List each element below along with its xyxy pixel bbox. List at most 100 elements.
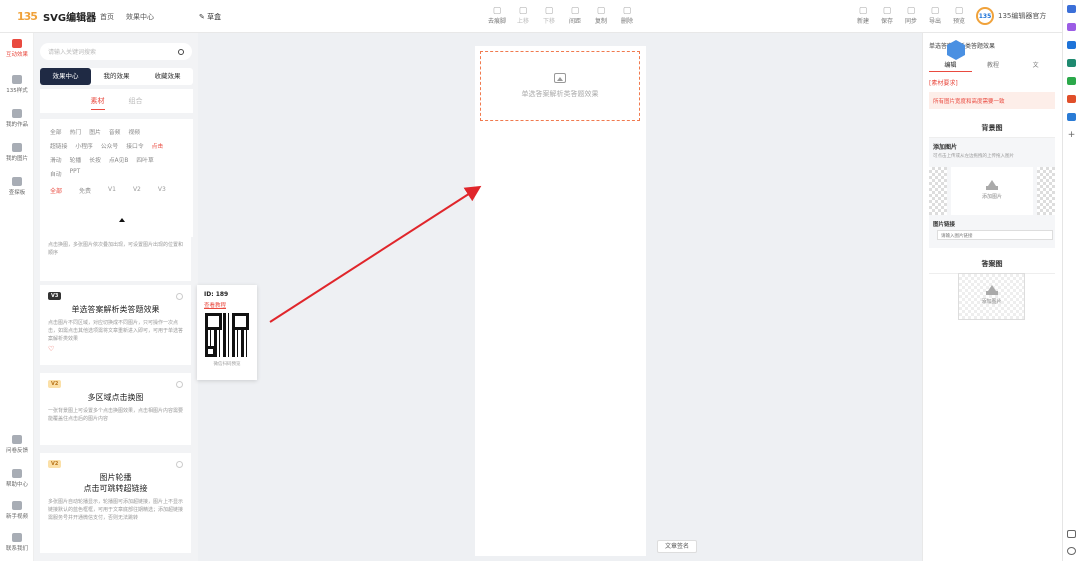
leftnav-bottom-3[interactable]: 联系我们 [0,533,34,552]
signature-button[interactable]: 文章签名 [657,540,697,553]
sidebar-icon[interactable] [1067,530,1076,538]
logo[interactable]: 135 SVG编辑器 [17,9,96,24]
card-description: 多张图片自动轮播显示，轮播图可添加超链接，图片上不显示链接默认的蓝色框框，可用于… [48,499,184,521]
nav-home[interactable]: 首页 [100,12,114,22]
draft-button[interactable]: ✎ 草盒 [199,12,221,22]
leftnav-item-2[interactable]: 我的作品 [0,109,34,128]
tab-favorite-effects[interactable]: 收藏效果 [142,68,193,85]
tag-item[interactable]: 四叶草 [136,155,153,164]
tool-grid[interactable]: ▢ 去痕脚 [488,6,506,25]
tag-item[interactable]: 点击 [152,141,164,150]
article-canvas[interactable]: 单选答案解析类答题效果 [475,46,646,556]
search-icon[interactable] [178,48,184,55]
tag-item[interactable]: 自动 [50,169,62,178]
sparkle-icon[interactable] [1067,23,1076,31]
tag-row: 滑动 轮播 长按 点A见B 四叶草 [50,155,183,164]
people-icon[interactable] [1067,77,1076,85]
tool-up[interactable]: ▢ 上移 [514,6,532,25]
leftnav-bottom-1[interactable]: 帮助中心 [0,469,34,488]
tag-item[interactable]: 轮播 [70,155,82,164]
version-tag[interactable]: V3 [158,186,166,195]
bg-uploader[interactable]: 添加图片 [951,167,1033,215]
tag-item[interactable]: 滑动 [50,155,62,164]
link-label: 图片链接 [933,222,956,228]
version-tag[interactable]: V2 [133,186,141,195]
effect-placeholder[interactable]: 单选答案解析类答题效果 [480,51,640,121]
tool-trash[interactable]: ▢ 删除 [618,6,636,25]
add-icon[interactable]: + [1067,131,1076,140]
link-input[interactable]: 请输入图片链接 [937,230,1053,240]
tab-text[interactable]: 文 [1014,60,1057,72]
tool-spacing[interactable]: ▢ 间距 [566,6,584,25]
version-badge: V3 [48,292,62,300]
tag-item[interactable]: 视频 [128,127,140,136]
tag-item[interactable]: 长按 [89,155,101,164]
tag-item[interactable]: 全部 [50,127,62,136]
tag-item[interactable]: 图片 [89,127,101,136]
tag-item[interactable]: 小程序 [75,141,92,150]
effect-card[interactable]: V2 多区域点击换图 一张背景图上可设置多个点击换图效果，点击相图片内容需要能覆盖住… [40,373,191,445]
tag-item[interactable]: 接口令 [126,141,143,150]
tab-my-effects[interactable]: 我的效果 [91,68,142,85]
leftnav-label: 新手视频 [5,514,28,520]
tag-item[interactable]: 音频 [109,127,121,136]
version-tag[interactable]: V1 [108,186,116,195]
subtab-material[interactable]: 素材 [90,93,105,110]
outlook-icon[interactable] [1067,113,1076,121]
right-tool-1[interactable]: ▢ 保存 [878,6,896,25]
effects-panel: 请输入关键词搜索 效果中心 我的效果 收藏效果 素材 组合 全部 热门 图片 音频 视频… [34,33,198,561]
right-tool-4[interactable]: ▢ 预览 [950,6,968,25]
select-radio[interactable] [176,461,183,468]
upload-label: 添加图片 [981,193,1002,200]
tag-row: 全部 热门 图片 音频 视频 [50,127,183,136]
tag-item[interactable]: 点A见B [109,155,129,164]
right-toolbar: ▢ 新建 ▢ 保存 ▢ 同步 ▢ 导出 ▢ 预览 [854,6,968,25]
select-radio[interactable] [176,293,183,300]
nav-effects-center[interactable]: 效果中心 [126,12,154,22]
effect-card[interactable]: 点击换图，多张图片依次叠加出现，可设置图片出现的位置和顺序 [40,235,191,281]
effect-card[interactable]: V3 单选答案解析类答题效果 点击图片不同区域，对应切换成不同图片，只可操作一次点击… [40,285,191,365]
tab-effects-center[interactable]: 效果中心 [40,68,91,85]
select-radio[interactable] [176,381,183,388]
tag-item[interactable]: 公众号 [101,141,118,150]
top-nav: 首页 效果中心 [100,12,154,22]
checker-left [929,167,947,215]
subtab-combo[interactable]: 组合 [129,93,143,109]
tag-item[interactable]: 超链接 [50,141,67,150]
tag-item[interactable]: PPT [70,169,81,178]
tool-copy[interactable]: ▢ 复制 [592,6,610,25]
leftnav-item-3[interactable]: 我的图片 [0,143,34,162]
search-input[interactable]: 请输入关键词搜索 [40,43,192,60]
bookmark-icon[interactable] [1067,59,1076,67]
leftnav-bottom-0[interactable]: 问卷反馈 [0,435,34,454]
office-icon[interactable] [1067,95,1076,103]
effect-card[interactable]: V2 图片轮播 点击可跳转超链接 多张图片自动轮播显示，轮播图可添加超链接，图片上不… [40,453,191,553]
heart-icon[interactable]: ♡ [48,345,183,353]
tag-row: 超链接 小程序 公众号 接口令 点击 [50,141,183,150]
version-tag[interactable]: 免费 [79,186,91,195]
tag-icon[interactable] [1067,41,1076,49]
search-icon[interactable] [1067,5,1076,13]
version-badge: V2 [48,460,62,468]
right-tool-0[interactable]: ▢ 新建 [854,6,872,25]
leftnav-item-4[interactable]: 查探板 [0,177,34,196]
answer-uploader[interactable]: 添加图片 [958,273,1025,320]
leftnav-label: 问卷反馈 [5,448,28,454]
nav-icon [12,143,22,152]
tab-tutorial[interactable]: 教程 [972,60,1015,72]
leftnav-label: 互动效果 [5,52,28,58]
version-row: 全部 免费 V1 V2 V3 [50,186,183,195]
tool-down[interactable]: ▢ 下移 [540,6,558,25]
tutorial-link[interactable]: 查看教程 [204,301,250,309]
tag-item[interactable]: 热门 [70,127,82,136]
version-tag[interactable]: 全部 [50,186,62,195]
qr-popup: ID: 189 查看教程 微信扫码预览 [197,285,257,380]
user-menu[interactable]: 135 135编辑器官方 [976,7,1046,25]
right-tool-2[interactable]: ▢ 同步 [902,6,920,25]
gear-icon[interactable] [1067,547,1076,555]
leftnav-item-1[interactable]: 135样式 [0,75,34,94]
right-tool-3[interactable]: ▢ 导出 [926,6,944,25]
leftnav-item-0[interactable]: 互动效果 [0,39,34,58]
leftnav-bottom-2[interactable]: 新手视频 [0,501,34,520]
tab-edit[interactable]: 编辑 [929,60,972,72]
